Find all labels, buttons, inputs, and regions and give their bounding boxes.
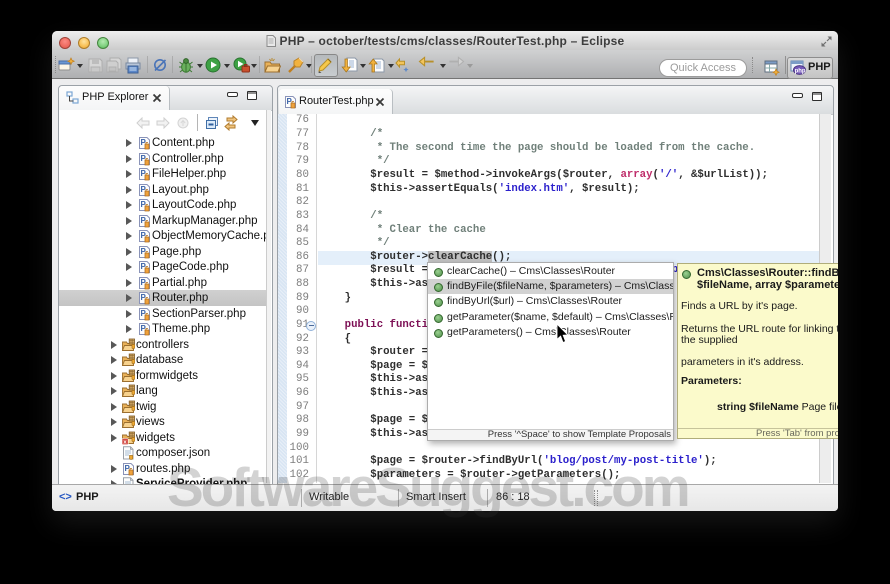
svg-text:php: php — [795, 68, 806, 74]
